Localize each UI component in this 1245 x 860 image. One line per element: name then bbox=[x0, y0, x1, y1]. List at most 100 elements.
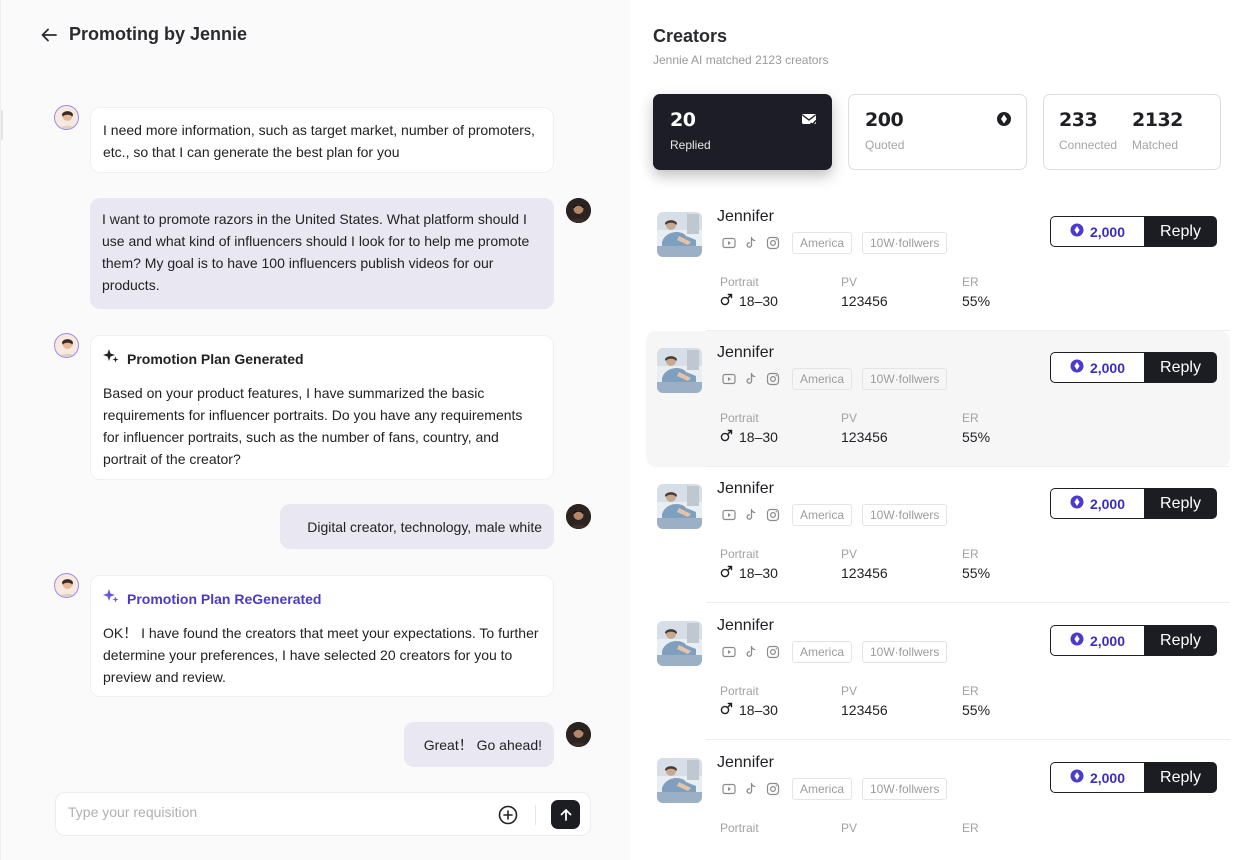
price-badge[interactable]: 2,000 bbox=[1050, 762, 1144, 793]
portrait-label: Portrait bbox=[720, 547, 759, 561]
coin-icon bbox=[1070, 769, 1084, 786]
age-range: 18–30 bbox=[739, 429, 778, 445]
instagram-icon[interactable] bbox=[765, 781, 780, 796]
send-button[interactable] bbox=[551, 800, 580, 829]
social-platforms bbox=[721, 235, 780, 250]
social-platforms bbox=[721, 644, 780, 659]
reply-button[interactable]: Reply bbox=[1144, 762, 1217, 793]
youtube-icon[interactable] bbox=[721, 235, 736, 250]
reply-button[interactable]: Reply bbox=[1144, 216, 1217, 247]
stat-card-quoted[interactable]: 200 Quoted bbox=[848, 94, 1027, 170]
add-circle-icon[interactable] bbox=[497, 804, 519, 826]
stat-label-connected: Connected bbox=[1059, 138, 1118, 152]
er-value: 55% bbox=[962, 702, 991, 718]
price-badge[interactable]: 2,000 bbox=[1050, 488, 1144, 519]
creator-name[interactable]: Jennifer bbox=[717, 208, 774, 226]
price-badge[interactable]: 2,000 bbox=[1050, 625, 1144, 656]
portrait-value: 18–30 bbox=[720, 293, 778, 309]
age-range: 18–30 bbox=[739, 293, 778, 309]
coin-icon bbox=[996, 111, 1012, 127]
er-value: 55% bbox=[962, 429, 991, 445]
er-label: ER bbox=[962, 275, 979, 289]
portrait-value: 18–30 bbox=[720, 702, 778, 718]
ai-avatar bbox=[54, 573, 79, 598]
male-icon bbox=[720, 429, 733, 445]
tiktok-icon[interactable] bbox=[743, 371, 758, 386]
plan-header: Promotion Plan ReGenerated bbox=[103, 588, 541, 610]
price-value: 2,000 bbox=[1089, 359, 1126, 376]
coin-icon bbox=[1070, 632, 1084, 649]
pv-label: PV bbox=[841, 684, 858, 698]
region-tag: America bbox=[792, 232, 853, 254]
stat-label: Quoted bbox=[865, 138, 905, 152]
pv-label: PV bbox=[841, 411, 858, 425]
creators-subtitle: Jennie AI matched 2123 creators bbox=[653, 53, 829, 67]
instagram-icon[interactable] bbox=[765, 507, 780, 522]
age-range: 18–30 bbox=[739, 565, 778, 581]
pv-label: PV bbox=[841, 275, 858, 289]
followers-tag: 10W·follwers bbox=[862, 368, 948, 390]
reply-button[interactable]: Reply bbox=[1144, 625, 1217, 656]
instagram-icon[interactable] bbox=[765, 644, 780, 659]
coin-icon bbox=[1070, 359, 1084, 376]
instagram-icon[interactable] bbox=[765, 371, 780, 386]
er-label: ER bbox=[962, 821, 979, 835]
creator-name[interactable]: Jennifer bbox=[717, 617, 774, 635]
ai-avatar bbox=[54, 105, 79, 130]
creator-name[interactable]: Jennifer bbox=[717, 754, 774, 772]
tiktok-icon[interactable] bbox=[743, 781, 758, 796]
stat-value-connected: 233 bbox=[1059, 109, 1098, 131]
user-message: I want to promote razors in the United S… bbox=[90, 198, 554, 309]
portrait-value: 18–30 bbox=[720, 565, 778, 581]
youtube-icon[interactable] bbox=[721, 781, 736, 796]
plan-title: Promotion Plan ReGenerated bbox=[127, 591, 322, 607]
youtube-icon[interactable] bbox=[721, 371, 736, 386]
stat-value-matched: 2132 bbox=[1132, 109, 1183, 131]
price-badge[interactable]: 2,000 bbox=[1050, 216, 1144, 247]
message-text: Digital creator, technology, male white bbox=[307, 519, 542, 535]
creator-name[interactable]: Jennifer bbox=[717, 480, 774, 498]
stat-card-connected-matched[interactable]: 233 Connected 2132 Matched bbox=[1043, 94, 1221, 170]
creator-card[interactable]: Jennifer America 10W·follwers Portrait P… bbox=[646, 467, 1230, 603]
message-text: Based on your product features, I have s… bbox=[103, 385, 523, 467]
ai-plan-message: Promotion Plan Generated Based on your p… bbox=[90, 335, 554, 480]
portrait-value: 18–30 bbox=[720, 429, 778, 445]
region-tag: America bbox=[792, 504, 853, 526]
stat-card-replied[interactable]: 20 Replied bbox=[653, 94, 832, 170]
composer-divider bbox=[535, 805, 536, 825]
er-value: 55% bbox=[962, 565, 991, 581]
reply-button[interactable]: Reply bbox=[1144, 488, 1217, 519]
pv-value: 123456 bbox=[841, 429, 888, 445]
tiktok-icon[interactable] bbox=[743, 644, 758, 659]
price-badge[interactable]: 2,000 bbox=[1050, 352, 1144, 383]
male-icon bbox=[720, 702, 733, 718]
tiktok-icon[interactable] bbox=[743, 507, 758, 522]
youtube-icon[interactable] bbox=[721, 644, 736, 659]
creator-name[interactable]: Jennifer bbox=[717, 344, 774, 362]
pv-value: 123456 bbox=[841, 293, 888, 309]
region-tag: America bbox=[792, 641, 853, 663]
tiktok-icon[interactable] bbox=[743, 235, 758, 250]
portrait-label: Portrait bbox=[720, 411, 759, 425]
creator-card[interactable]: Jennifer America 10W·follwers Portrait P… bbox=[646, 741, 1230, 860]
back-arrow-icon[interactable] bbox=[39, 25, 59, 45]
instagram-icon[interactable] bbox=[765, 235, 780, 250]
ai-message: I need more information, such as target … bbox=[90, 107, 554, 173]
er-label: ER bbox=[962, 684, 979, 698]
coin-icon bbox=[1070, 223, 1084, 240]
creator-card[interactable]: Jennifer America 10W·follwers Portrait P… bbox=[646, 195, 1230, 331]
user-message: Great！ Go ahead! bbox=[404, 722, 554, 767]
reply-button[interactable]: Reply bbox=[1144, 352, 1217, 383]
plan-header: Promotion Plan Generated bbox=[103, 348, 541, 370]
youtube-icon[interactable] bbox=[721, 507, 736, 522]
social-platforms bbox=[721, 781, 780, 796]
creator-card[interactable]: Jennifer America 10W·follwers Portrait P… bbox=[646, 331, 1230, 467]
plan-title: Promotion Plan Generated bbox=[127, 351, 304, 367]
chat-header: Promoting by Jennie bbox=[39, 24, 247, 45]
followers-tag: 10W·follwers bbox=[862, 641, 948, 663]
requisition-input[interactable] bbox=[68, 804, 468, 820]
creator-card[interactable]: Jennifer America 10W·follwers Portrait P… bbox=[646, 604, 1230, 740]
panel-edge bbox=[1, 110, 3, 140]
portrait-label: Portrait bbox=[720, 821, 759, 835]
pv-label: PV bbox=[841, 547, 858, 561]
